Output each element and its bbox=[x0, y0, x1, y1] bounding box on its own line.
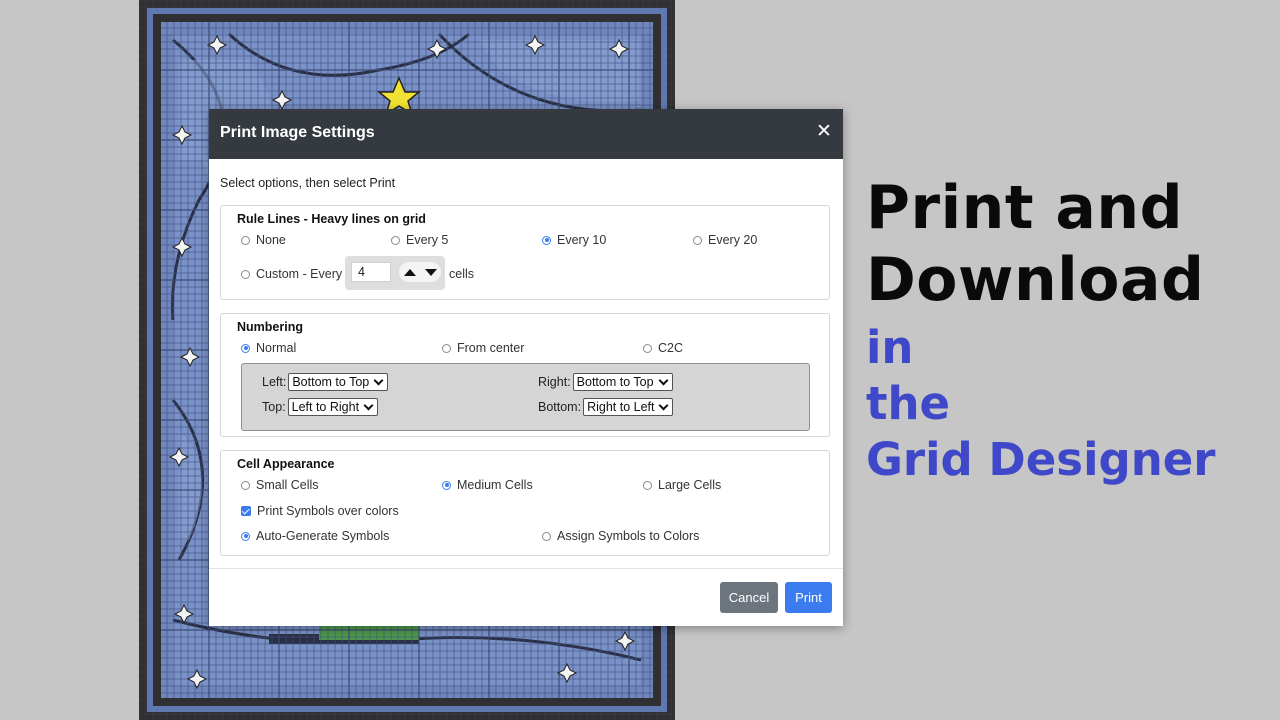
numbering-title: Numbering bbox=[237, 320, 303, 334]
print-symbols-label: Print Symbols over colors bbox=[257, 504, 399, 518]
chevron-down-icon bbox=[363, 400, 374, 411]
numbering-direction-panel: Left: Bottom to Top Right: Bottom to Top… bbox=[241, 363, 810, 431]
radio-icon bbox=[241, 235, 250, 245]
close-x-icon[interactable]: ✕ bbox=[815, 121, 833, 143]
auto-generate-label: Auto-Generate Symbols bbox=[256, 529, 390, 543]
rule-lines-section: Rule Lines - Heavy lines on grid None Ev… bbox=[220, 205, 830, 300]
rule-every-10-label: Every 10 bbox=[557, 233, 607, 247]
radio-icon bbox=[643, 343, 652, 353]
custom-cells-suffix: cells bbox=[449, 267, 475, 281]
rule-none-option[interactable]: None bbox=[241, 233, 286, 247]
numbering-center-label: From center bbox=[457, 341, 525, 355]
top-direction-select[interactable]: Left to Right bbox=[287, 398, 379, 416]
dialog-header: Print Image Settings ✕ bbox=[209, 109, 843, 159]
promo-line-1: Print and bbox=[866, 173, 1184, 243]
small-cells-label: Small Cells bbox=[256, 478, 319, 492]
promo-line-2: Download bbox=[866, 245, 1205, 315]
numbering-c2c-label: C2C bbox=[658, 341, 684, 355]
rule-custom-option[interactable]: Custom - Every bbox=[241, 267, 342, 281]
print-symbols-checkbox[interactable]: Print Symbols over colors bbox=[241, 504, 399, 518]
radio-selected-icon bbox=[241, 531, 250, 541]
radio-icon bbox=[643, 480, 652, 490]
increment-arrow-icon[interactable] bbox=[403, 268, 416, 276]
print-settings-dialog: Print Image Settings ✕ Select options, t… bbox=[209, 109, 843, 626]
promo-line-3: in bbox=[866, 321, 914, 374]
custom-interval-input[interactable] bbox=[351, 262, 391, 282]
promo-line-5: Grid Designer bbox=[866, 433, 1216, 486]
rule-lines-title: Rule Lines - Heavy lines on grid bbox=[237, 212, 426, 226]
left-direction-label: Left: bbox=[262, 375, 287, 389]
numbering-section: Numbering Normal From center C2C Left: B… bbox=[220, 313, 830, 437]
bottom-direction-row: Bottom: Right to Left bbox=[538, 398, 674, 416]
cell-appearance-title: Cell Appearance bbox=[237, 457, 335, 471]
right-direction-row: Right: Bottom to Top bbox=[538, 373, 673, 391]
large-cells-option[interactable]: Large Cells bbox=[643, 478, 721, 492]
chevron-down-icon bbox=[373, 375, 384, 386]
radio-icon bbox=[391, 235, 400, 245]
dialog-title: Print Image Settings bbox=[220, 124, 375, 141]
left-direction-row: Left: Bottom to Top bbox=[262, 373, 389, 391]
left-direction-select[interactable]: Bottom to Top bbox=[288, 373, 389, 391]
footer-divider bbox=[209, 568, 843, 569]
numbering-normal-option[interactable]: Normal bbox=[241, 341, 296, 355]
bottom-direction-label: Bottom: bbox=[538, 400, 582, 414]
radio-icon bbox=[241, 269, 250, 279]
top-direction-value: Left to Right bbox=[291, 400, 360, 414]
left-direction-value: Bottom to Top bbox=[292, 375, 370, 389]
radio-icon bbox=[693, 235, 702, 245]
rule-every-5-label: Every 5 bbox=[406, 233, 449, 247]
custom-interval-control bbox=[345, 256, 445, 290]
assign-symbols-label: Assign Symbols to Colors bbox=[557, 529, 700, 543]
numbering-center-option[interactable]: From center bbox=[442, 341, 524, 355]
chevron-down-icon bbox=[658, 375, 669, 386]
rule-none-label: None bbox=[256, 233, 286, 247]
right-direction-select[interactable]: Bottom to Top bbox=[572, 373, 673, 391]
numbering-normal-label: Normal bbox=[256, 341, 297, 355]
large-cells-label: Large Cells bbox=[658, 478, 722, 492]
chevron-down-icon bbox=[659, 400, 669, 411]
bottom-direction-value: Right to Left bbox=[587, 400, 655, 414]
right-direction-value: Bottom to Top bbox=[576, 375, 654, 389]
rule-every-20-option[interactable]: Every 20 bbox=[693, 233, 757, 247]
rule-every-5-option[interactable]: Every 5 bbox=[391, 233, 448, 247]
cell-appearance-section: Cell Appearance Small Cells Medium Cells… bbox=[220, 450, 830, 556]
auto-generate-symbols-option[interactable]: Auto-Generate Symbols bbox=[241, 529, 389, 543]
print-button[interactable]: Print bbox=[785, 582, 832, 613]
radio-icon bbox=[442, 343, 451, 353]
radio-selected-icon bbox=[241, 343, 250, 353]
rule-every-20-label: Every 20 bbox=[708, 233, 758, 247]
right-direction-label: Right: bbox=[538, 375, 571, 389]
promo-text: Print and Download in the Grid Designer bbox=[866, 172, 1215, 488]
checkbox-checked-icon bbox=[241, 506, 251, 516]
medium-cells-option[interactable]: Medium Cells bbox=[442, 478, 533, 492]
cancel-button[interactable]: Cancel bbox=[720, 582, 778, 613]
promo-line-4: the bbox=[866, 377, 951, 430]
top-direction-label: Top: bbox=[262, 400, 286, 414]
radio-icon bbox=[241, 480, 250, 490]
medium-cells-label: Medium Cells bbox=[457, 478, 533, 492]
assign-symbols-option[interactable]: Assign Symbols to Colors bbox=[542, 529, 699, 543]
rule-custom-label: Custom - Every bbox=[256, 267, 343, 281]
rule-every-10-option[interactable]: Every 10 bbox=[542, 233, 606, 247]
numbering-c2c-option[interactable]: C2C bbox=[643, 341, 683, 355]
small-cells-option[interactable]: Small Cells bbox=[241, 478, 319, 492]
decrement-arrow-icon[interactable] bbox=[424, 268, 437, 276]
top-direction-row: Top: Left to Right bbox=[262, 398, 379, 416]
radio-icon bbox=[542, 531, 551, 541]
radio-selected-icon bbox=[542, 235, 551, 245]
bottom-direction-select[interactable]: Right to Left bbox=[583, 398, 674, 416]
dialog-instructions: Select options, then select Print bbox=[220, 176, 396, 190]
radio-selected-icon bbox=[442, 480, 451, 490]
interval-stepper bbox=[399, 262, 441, 282]
